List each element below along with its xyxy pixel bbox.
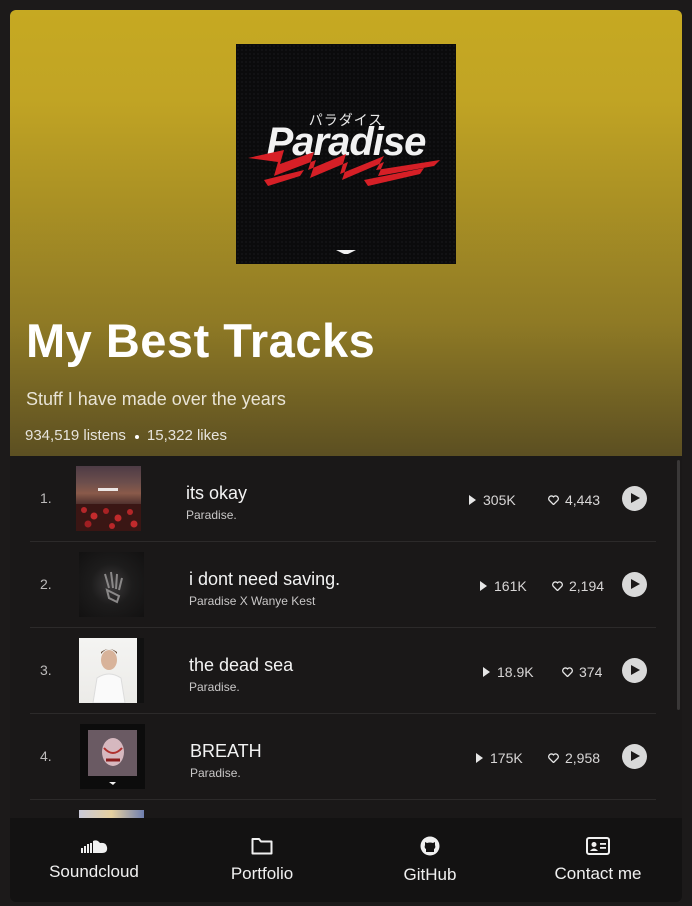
track-likes: 2,194 bbox=[552, 578, 604, 594]
track-artist[interactable]: Paradise. bbox=[190, 766, 241, 780]
track-title[interactable]: i dont need saving. bbox=[189, 569, 340, 590]
nav-contact[interactable]: Contact me bbox=[514, 818, 682, 902]
track-plays: 305K bbox=[469, 492, 516, 508]
track-artwork[interactable] bbox=[76, 466, 141, 531]
track-number: 4. bbox=[40, 748, 52, 764]
track-plays: 18.9K bbox=[483, 664, 534, 680]
track-plays: 175K bbox=[476, 750, 523, 766]
heart-icon bbox=[552, 581, 563, 591]
track-title[interactable]: the dead sea bbox=[189, 655, 293, 676]
playlist-card: パラダイス Paradise My Best Tracks Stuff I ha… bbox=[10, 10, 682, 902]
folder-icon bbox=[251, 837, 273, 854]
track-artwork[interactable] bbox=[80, 724, 145, 789]
play-count-icon bbox=[469, 495, 476, 505]
album-cover[interactable]: パラダイス Paradise bbox=[236, 44, 456, 264]
github-icon bbox=[420, 836, 440, 855]
cover-red-brush-graphic bbox=[248, 150, 440, 186]
track-plays: 161K bbox=[480, 578, 527, 594]
track-likes: 2,958 bbox=[548, 750, 600, 766]
listens-count: 934,519 listens bbox=[25, 427, 126, 444]
id-card-icon bbox=[586, 836, 610, 855]
track-number: 1. bbox=[40, 490, 52, 506]
playlist-title: My Best Tracks bbox=[26, 314, 376, 367]
separator-dot bbox=[134, 435, 139, 439]
nav-portfolio[interactable]: Portfolio bbox=[178, 818, 346, 902]
nav-label: Portfolio bbox=[230, 863, 294, 883]
heart-icon bbox=[548, 753, 559, 763]
track-artist[interactable]: Paradise. bbox=[186, 508, 237, 522]
track-artwork[interactable] bbox=[79, 638, 144, 703]
track-artwork[interactable] bbox=[79, 552, 144, 617]
nav-label: GitHub bbox=[403, 864, 457, 884]
cloud-icon bbox=[81, 839, 108, 853]
track-row[interactable]: 4. BREATH Paradise. 175K 2,958 bbox=[30, 714, 656, 800]
track-row[interactable]: 2. i dont need saving. Paradise X Wanye … bbox=[30, 542, 656, 628]
nav-github[interactable]: GitHub bbox=[346, 818, 514, 902]
scrollbar[interactable] bbox=[677, 460, 680, 710]
track-likes: 4,443 bbox=[548, 492, 600, 508]
bottom-nav: Soundcloud Portfolio GitHub Contact me bbox=[10, 818, 682, 902]
track-number: 2. bbox=[40, 576, 52, 592]
play-button[interactable] bbox=[622, 744, 647, 769]
track-list[interactable]: 1. its okay Paradise. 305K 4,443 2. i do… bbox=[10, 456, 682, 818]
track-artist[interactable]: Paradise X Wanye Kest bbox=[189, 594, 315, 608]
nav-soundcloud[interactable]: Soundcloud bbox=[10, 818, 178, 902]
play-button[interactable] bbox=[622, 486, 647, 511]
play-button[interactable] bbox=[622, 572, 647, 597]
track-artist[interactable]: Paradise. bbox=[189, 680, 240, 694]
play-count-icon bbox=[476, 753, 483, 763]
track-row[interactable]: 1. its okay Paradise. 305K 4,443 bbox=[30, 456, 656, 542]
play-count-icon bbox=[480, 581, 487, 591]
playlist-subtitle: Stuff I have made over the years bbox=[26, 389, 286, 409]
track-row[interactable]: 3. the dead sea Paradise. 18.9K 374 bbox=[30, 628, 656, 714]
heart-icon bbox=[548, 495, 559, 505]
heart-icon bbox=[562, 667, 573, 677]
playlist-stats: 934,519 listens 15,322 likes bbox=[25, 427, 227, 444]
track-title[interactable]: its okay bbox=[186, 483, 247, 504]
play-button[interactable] bbox=[622, 658, 647, 683]
track-number: 3. bbox=[40, 662, 52, 678]
play-count-icon bbox=[483, 667, 490, 677]
likes-count: 15,322 likes bbox=[146, 427, 227, 444]
nav-label: Soundcloud bbox=[49, 861, 139, 881]
track-artwork-partial[interactable] bbox=[79, 810, 144, 818]
track-title[interactable]: BREATH bbox=[190, 741, 262, 762]
track-likes: 374 bbox=[562, 664, 602, 680]
nav-label: Contact me bbox=[554, 863, 642, 883]
cover-logo-mark bbox=[336, 250, 356, 254]
